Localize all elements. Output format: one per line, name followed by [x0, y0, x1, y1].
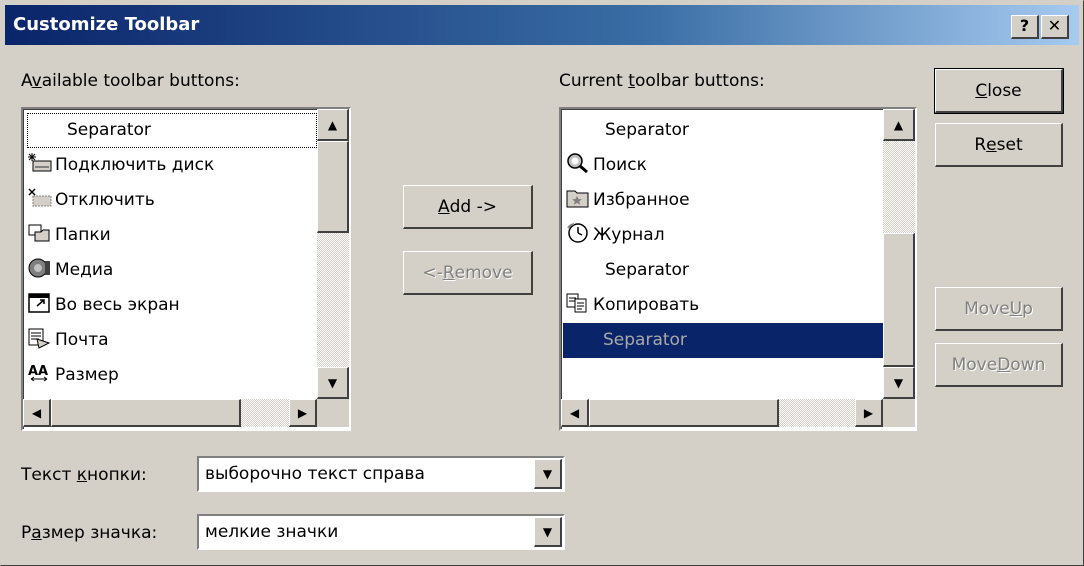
arrow-right-icon: ▶ [297, 405, 308, 420]
arrow-down-icon: ▼ [893, 375, 904, 390]
scroll-thumb[interactable] [51, 399, 241, 427]
list-item[interactable]: Separator [27, 113, 317, 148]
list-item[interactable]: Избранное [565, 183, 690, 218]
available-vertical-scrollbar[interactable]: ▲ ▼ [317, 109, 349, 399]
font-size-icon: AA [27, 362, 53, 384]
current-buttons-label: Current toolbar buttons: [559, 71, 765, 91]
close-button[interactable]: Close [934, 68, 1064, 114]
list-item[interactable]: Separator [565, 253, 689, 288]
list-item[interactable]: Почта [27, 323, 109, 358]
move-up-button[interactable]: Move Up [935, 287, 1063, 331]
remove-button[interactable]: <- Remove [403, 251, 533, 295]
list-item-selected[interactable]: Separator [563, 323, 883, 358]
media-icon [27, 257, 53, 279]
arrow-left-icon: ◀ [569, 405, 580, 420]
list-item[interactable]: Отключить [27, 183, 155, 218]
available-buttons-list[interactable]: Separator Подключить диск Отключить Папк… [21, 107, 351, 431]
scroll-right-button[interactable]: ▶ [289, 399, 317, 427]
scroll-thumb[interactable] [317, 141, 349, 233]
arrow-up-icon: ▲ [327, 117, 338, 132]
scroll-down-button[interactable]: ▼ [317, 367, 349, 399]
scroll-corner [883, 399, 915, 427]
add-button[interactable]: Add -> [403, 185, 533, 229]
help-icon: ? [1019, 16, 1030, 35]
available-buttons-label: Available toolbar buttons: [21, 71, 240, 91]
list-item[interactable]: Копировать [565, 288, 699, 323]
mail-icon [27, 327, 53, 349]
reset-button[interactable]: Re set [935, 123, 1063, 167]
scroll-down-button[interactable]: ▼ [883, 367, 915, 399]
scroll-corner [317, 399, 349, 427]
icon-options-label: Размер значка: [21, 523, 158, 543]
text-options-label: Текст кнопки: [21, 465, 147, 485]
scroll-thumb[interactable] [589, 399, 779, 427]
folders-icon [27, 222, 53, 244]
text-options-select[interactable]: выборочно текст справа ▼ [197, 456, 565, 492]
current-buttons-list[interactable]: Separator Поиск Избранное Журнал Separat… [559, 107, 917, 431]
current-vertical-scrollbar[interactable]: ▲ ▼ [883, 109, 915, 399]
move-down-button[interactable]: Move Down [935, 343, 1063, 387]
available-horizontal-scrollbar[interactable]: ◀ ▶ [23, 399, 317, 427]
arrow-down-icon: ▼ [327, 375, 338, 390]
map-drive-icon [27, 152, 53, 174]
help-button[interactable]: ? [1011, 15, 1039, 39]
window-title: Customize Toolbar [13, 14, 200, 35]
favorites-icon [565, 187, 591, 209]
scroll-right-button[interactable]: ▶ [855, 399, 883, 427]
chevron-down-icon: ▼ [542, 466, 553, 481]
text-options-value: выборочно текст справа [205, 464, 425, 484]
list-item[interactable]: Separator [565, 113, 689, 148]
scroll-left-button[interactable]: ◀ [23, 399, 51, 427]
chevron-down-icon: ▼ [542, 524, 553, 539]
scroll-left-button[interactable]: ◀ [561, 399, 589, 427]
disconnect-drive-icon [27, 187, 53, 209]
arrow-up-icon: ▲ [893, 117, 904, 132]
list-item[interactable]: Во весь экран [27, 288, 180, 323]
list-item[interactable]: Поиск [565, 148, 647, 183]
text-options-dropdown-button[interactable]: ▼ [534, 459, 562, 489]
list-item[interactable]: Подключить диск [27, 148, 214, 183]
svg-text:AA: AA [28, 364, 48, 379]
list-item[interactable]: Папки [27, 218, 111, 253]
close-icon: ✕ [1047, 16, 1062, 35]
list-item[interactable]: Медиа [27, 253, 113, 288]
close-window-button[interactable]: ✕ [1041, 15, 1069, 39]
customize-toolbar-dialog: Customize Toolbar ? ✕ Available toolbar … [0, 0, 1084, 566]
history-icon [565, 222, 591, 244]
icon-options-dropdown-button[interactable]: ▼ [534, 517, 562, 547]
fullscreen-icon [27, 292, 53, 314]
scroll-up-button[interactable]: ▲ [317, 109, 349, 141]
icon-options-select[interactable]: мелкие значки ▼ [197, 514, 565, 550]
title-bar[interactable]: Customize Toolbar ? ✕ [5, 5, 1079, 45]
current-horizontal-scrollbar[interactable]: ◀ ▶ [561, 399, 883, 427]
arrow-right-icon: ▶ [863, 405, 874, 420]
search-icon [565, 152, 591, 174]
arrow-left-icon: ◀ [31, 405, 42, 420]
copy-icon [565, 292, 591, 314]
scroll-up-button[interactable]: ▲ [883, 109, 915, 141]
list-item[interactable]: Журнал [565, 218, 665, 253]
list-item[interactable]: AA Размер [27, 358, 119, 393]
scroll-thumb[interactable] [883, 233, 915, 367]
icon-options-value: мелкие значки [205, 522, 339, 542]
